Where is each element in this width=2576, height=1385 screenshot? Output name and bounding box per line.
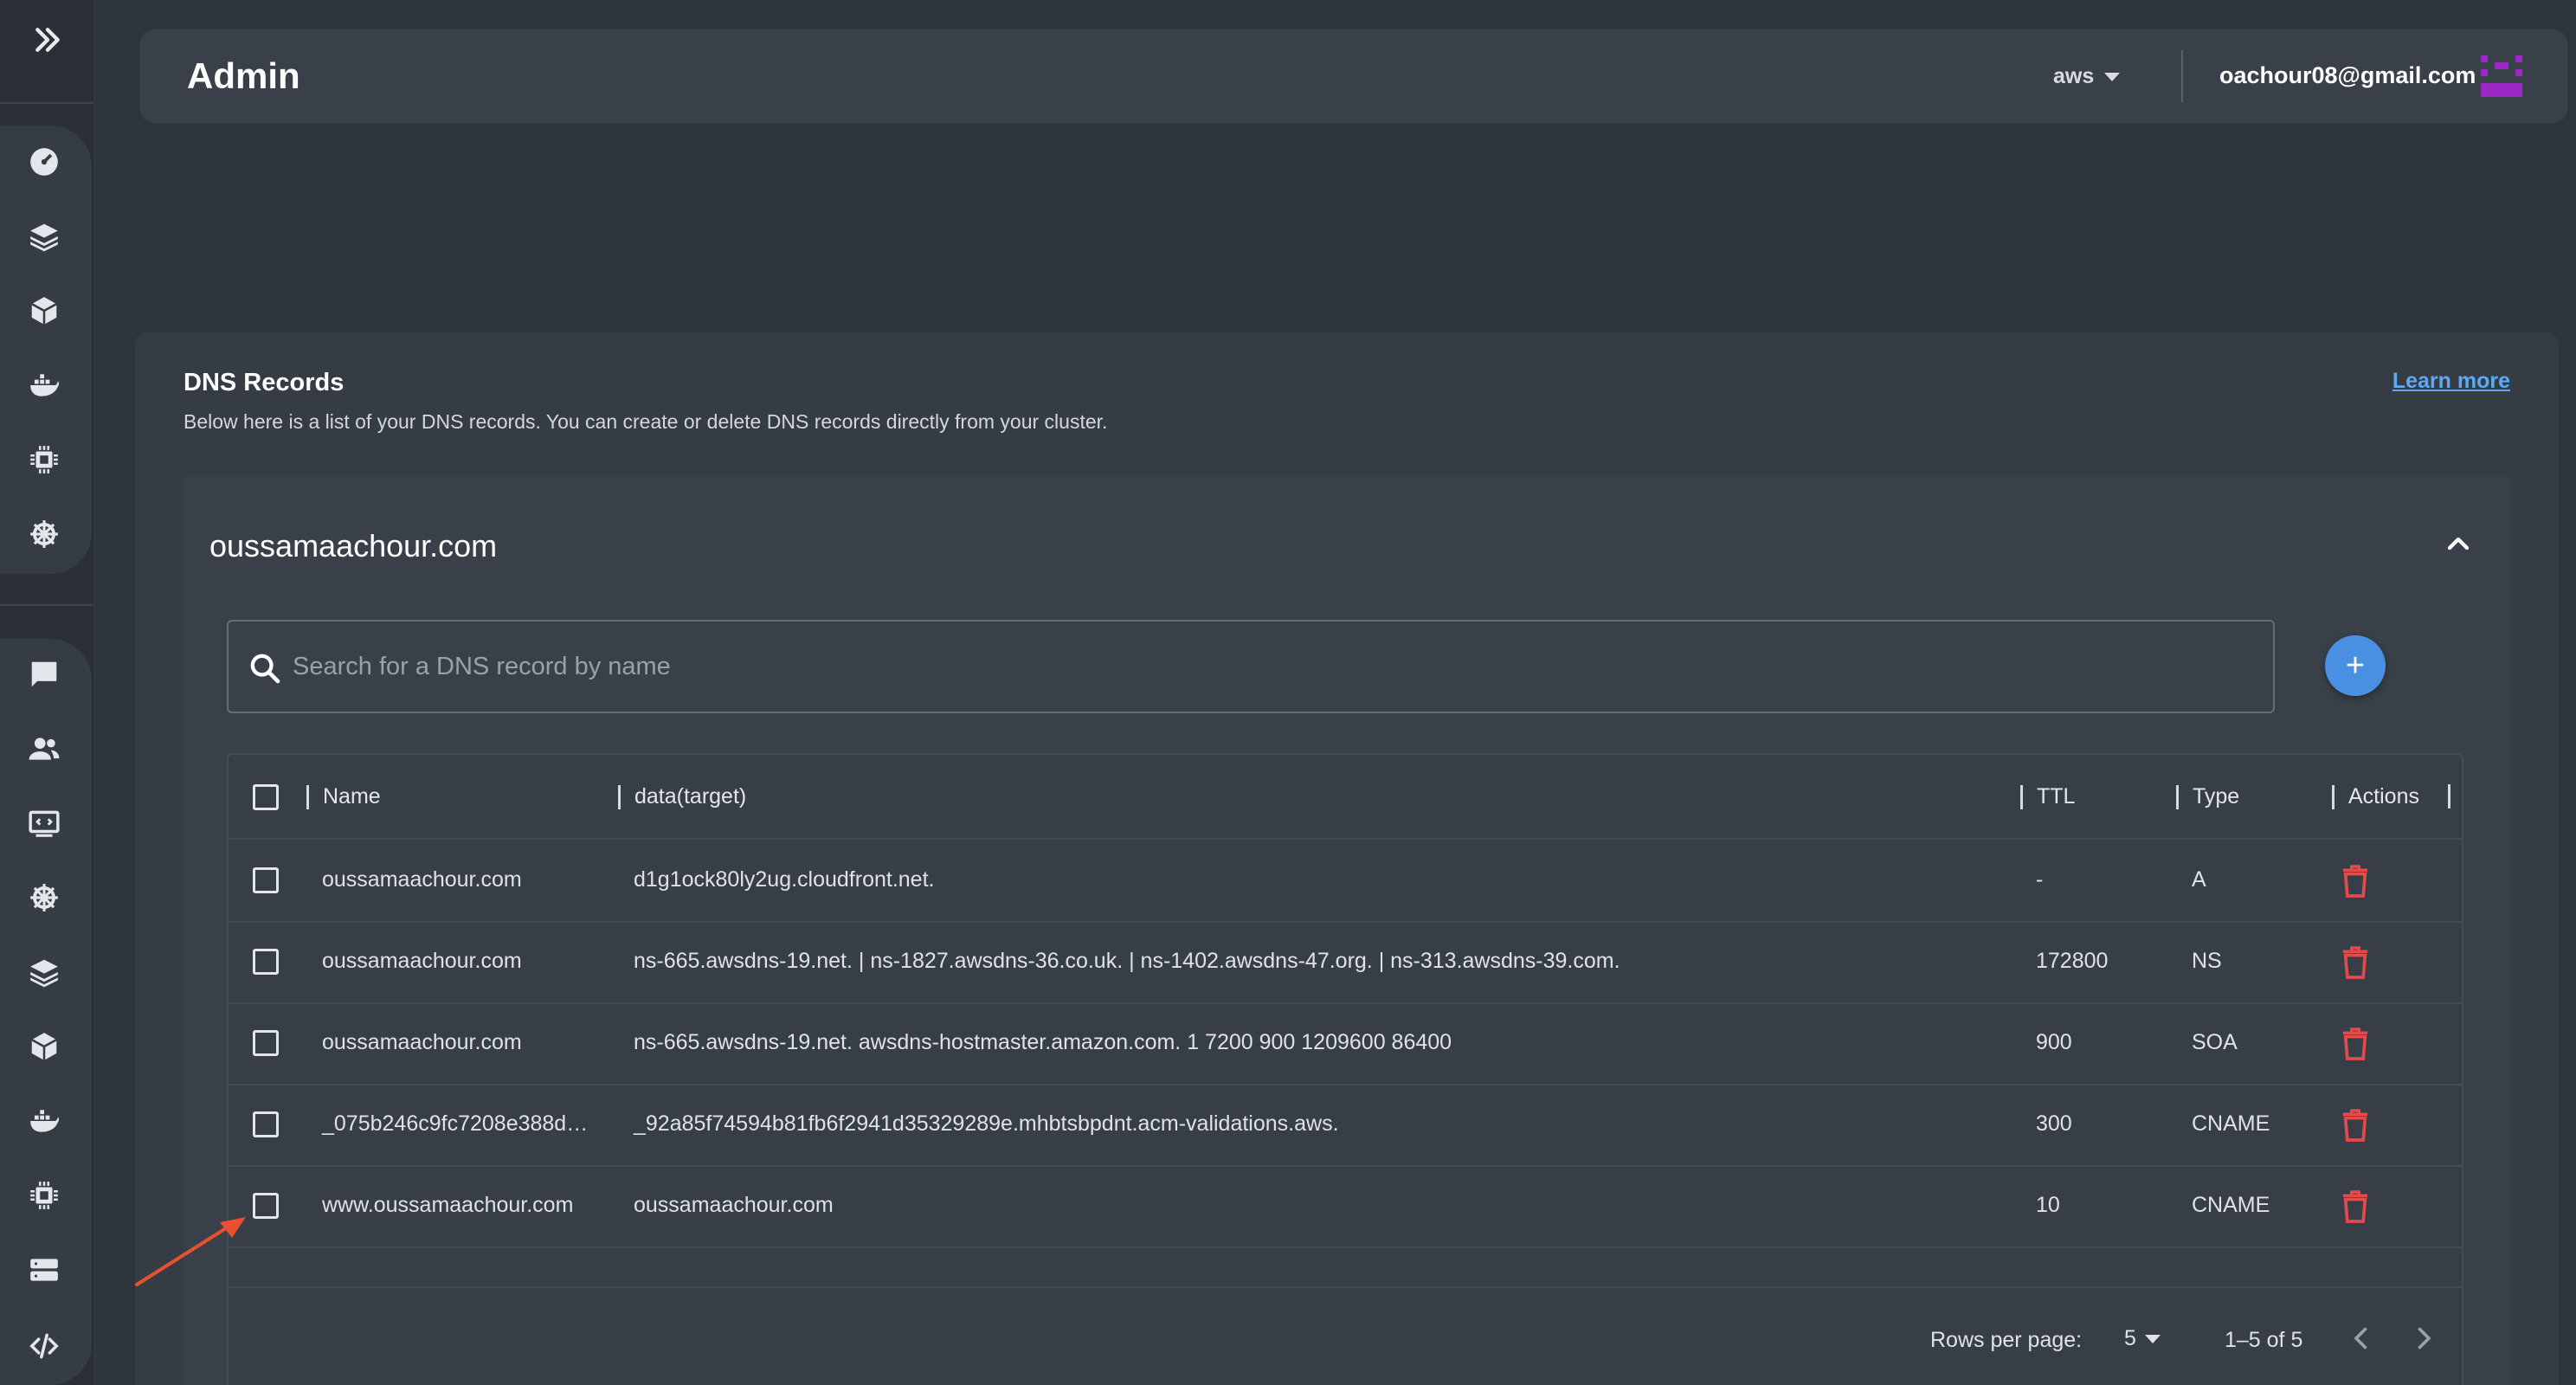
rows-per-page-select[interactable]: 5 <box>2124 1326 2161 1351</box>
add-record-button[interactable]: + <box>2325 635 2386 696</box>
server-icon[interactable] <box>26 1252 62 1288</box>
table-row[interactable]: oussamaachour.com d1g1ock80ly2ug.cloudfro… <box>229 841 2462 923</box>
caret-down-icon <box>2104 72 2121 81</box>
row-checkbox[interactable] <box>253 867 279 893</box>
user-email[interactable]: oachour08@gmail.com <box>2219 62 2476 89</box>
search-box <box>227 620 2275 713</box>
column-header-type[interactable]: Type <box>2176 784 2239 809</box>
select-all-checkbox[interactable] <box>253 784 279 810</box>
users-icon[interactable] <box>26 731 62 767</box>
cell-type: A <box>2192 867 2206 892</box>
chip-icon[interactable] <box>26 1177 62 1214</box>
dns-records-card: DNS Records Below here is a list of your… <box>135 332 2559 1385</box>
pagination-range: 1–5 of 5 <box>2225 1328 2303 1352</box>
search-input[interactable] <box>293 622 2266 712</box>
search-icon <box>250 654 280 684</box>
cell-data: ns-665.awsdns-19.net. | ns-1827.awsdns-3… <box>634 949 1620 973</box>
dns-zone-panel: oussamaachour.com + Name data(target) <box>184 476 2510 1385</box>
cell-ttl: 900 <box>2036 1030 2072 1054</box>
header-divider <box>2181 50 2183 102</box>
console-icon[interactable] <box>26 805 62 841</box>
layers-icon[interactable] <box>26 954 62 990</box>
page-title: Admin <box>187 55 300 96</box>
row-checkbox[interactable] <box>253 949 279 975</box>
cell-data: _92a85f74594b81fb6f2941d35329289e.mhbtsb… <box>634 1111 1339 1136</box>
row-checkbox[interactable] <box>253 1030 279 1056</box>
table-row[interactable]: www.oussamaachour.com oussamaachour.com 10… <box>229 1167 2462 1248</box>
column-name-label: Name <box>323 784 381 808</box>
column-resize-handle[interactable] <box>2448 784 2450 808</box>
cell-ttl: - <box>2036 867 2044 892</box>
column-header-data[interactable]: data(target) <box>618 784 746 809</box>
sidebar-group-top <box>0 126 92 574</box>
section-description: Below here is a list of your DNS records… <box>184 410 1108 433</box>
chevron-left-icon[interactable] <box>2346 1323 2377 1354</box>
zone-name: oussamaachour.com <box>209 528 498 564</box>
cell-data: oussamaachour.com <box>634 1193 834 1217</box>
chevron-up-icon[interactable] <box>2441 526 2476 561</box>
cell-name: oussamaachour.com <box>322 949 522 973</box>
column-actions-label: Actions <box>2348 784 2419 808</box>
helm-icon[interactable] <box>26 516 62 552</box>
column-type-label: Type <box>2193 784 2240 808</box>
docker-icon[interactable] <box>26 367 62 403</box>
learn-more-link[interactable]: Learn more <box>2392 369 2510 394</box>
row-checkbox[interactable] <box>253 1111 279 1137</box>
double-chevron-right-icon[interactable] <box>26 23 69 57</box>
cell-type: CNAME <box>2192 1193 2270 1217</box>
avatar[interactable] <box>2481 55 2522 97</box>
code-icon[interactable] <box>26 1328 62 1364</box>
cube-icon[interactable] <box>26 293 62 329</box>
column-header-name[interactable]: Name <box>306 784 381 809</box>
cell-name: _075b246c9fc7208e388d… <box>322 1111 589 1136</box>
table-pagination: Rows per page: 5 1–5 of 5 <box>229 1286 2462 1385</box>
column-header-actions: Actions <box>2332 784 2419 809</box>
cell-name: www.oussamaachour.com <box>322 1193 574 1217</box>
trash-icon[interactable] <box>2341 1027 2370 1061</box>
chat-icon[interactable] <box>26 656 62 692</box>
cube-icon[interactable] <box>26 1028 62 1065</box>
cell-type: CNAME <box>2192 1111 2270 1136</box>
cell-data: d1g1ock80ly2ug.cloudfront.net. <box>634 867 935 892</box>
top-header: Admin aws oachour08@gmail.com <box>140 29 2567 123</box>
cell-data: ns-665.awsdns-19.net. awsdns-hostmaster.… <box>634 1030 1452 1054</box>
helm-icon[interactable] <box>26 879 62 916</box>
sidebar <box>0 0 95 1385</box>
cell-name: oussamaachour.com <box>322 867 522 892</box>
dashboard-icon[interactable] <box>26 144 62 180</box>
table-row[interactable]: _075b246c9fc7208e388d… _92a85f74594b81fb6… <box>229 1085 2462 1167</box>
cloud-selector-label: aws <box>2053 64 2095 88</box>
cell-ttl: 172800 <box>2036 949 2109 973</box>
docker-icon[interactable] <box>26 1103 62 1139</box>
trash-icon[interactable] <box>2341 864 2370 899</box>
annotation-arrow <box>135 1217 246 1286</box>
trash-icon[interactable] <box>2341 1189 2370 1224</box>
cell-ttl: 10 <box>2036 1193 2060 1217</box>
column-ttl-label: TTL <box>2037 784 2076 808</box>
section-heading: DNS Records <box>184 369 345 396</box>
column-header-ttl[interactable]: TTL <box>2020 784 2075 809</box>
layers-icon[interactable] <box>26 218 62 254</box>
dns-records-table: Name data(target) TTL Type Actions oussa… <box>227 753 2463 1385</box>
table-row[interactable]: oussamaachour.com ns-665.awsdns-19.net. a… <box>229 1004 2462 1085</box>
cell-type: SOA <box>2192 1030 2238 1054</box>
chevron-right-icon[interactable] <box>2408 1323 2439 1354</box>
cell-name: oussamaachour.com <box>322 1030 522 1054</box>
rows-per-page-value: 5 <box>2124 1326 2136 1350</box>
trash-icon[interactable] <box>2341 945 2370 980</box>
column-data-label: data(target) <box>634 784 747 808</box>
trash-icon[interactable] <box>2341 1108 2370 1143</box>
rows-per-page-label: Rows per page: <box>1930 1328 2083 1352</box>
cell-type: NS <box>2192 949 2222 973</box>
table-row[interactable]: oussamaachour.com ns-665.awsdns-19.net. |… <box>229 923 2462 1004</box>
chip-icon[interactable] <box>26 441 62 478</box>
cloud-selector[interactable]: aws <box>2053 64 2121 89</box>
caret-down-icon <box>2144 1334 2161 1343</box>
cell-ttl: 300 <box>2036 1111 2072 1136</box>
table-header: Name data(target) TTL Type Actions <box>229 755 2462 840</box>
